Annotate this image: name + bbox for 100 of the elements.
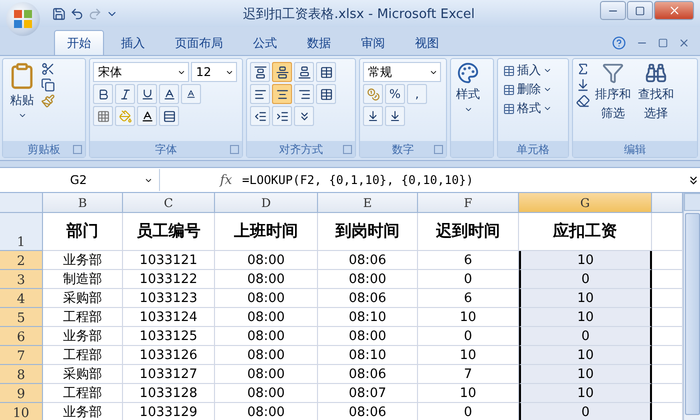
row-header[interactable]: 2 [0, 251, 43, 270]
align-button[interactable] [250, 84, 270, 104]
number-format-field[interactable]: 常规 [363, 62, 441, 82]
group-label: 数字 [360, 141, 446, 157]
vertical-scrollbar[interactable] [683, 193, 700, 420]
row-header[interactable]: 9 [0, 384, 43, 403]
table-cell: 0 [519, 403, 652, 420]
table-cell: 1033123 [123, 289, 215, 308]
table-cell: 业务部 [43, 327, 123, 346]
table-cell: 0 [519, 327, 652, 346]
align-button[interactable] [294, 84, 314, 104]
table-cell: 工程部 [43, 384, 123, 403]
maximize-button[interactable] [627, 1, 653, 20]
maximize-icon [635, 6, 645, 16]
underline-button[interactable] [137, 84, 157, 104]
font-size-icon [186, 89, 196, 99]
table-cell: 10 [418, 308, 519, 327]
undo-icon[interactable] [70, 6, 84, 20]
column-header[interactable]: B [43, 193, 123, 213]
sum-icon[interactable] [576, 62, 590, 76]
ribbon-tab[interactable]: 视图 [402, 30, 452, 55]
increase-decimal-button[interactable] [363, 106, 383, 126]
outdent-button[interactable] [250, 106, 270, 126]
row-header[interactable]: 10 [0, 403, 43, 420]
ribbon-tab[interactable]: 页面布局 [162, 30, 236, 55]
formula-field[interactable]: =LOOKUP(F2, {0,1,10}, {0,10,10}) [242, 173, 687, 187]
italic-button[interactable] [115, 84, 135, 104]
column-header[interactable]: F [418, 193, 519, 213]
ribbon-tab[interactable]: 数据 [294, 30, 344, 55]
eraser-icon[interactable] [576, 94, 590, 108]
header-cell: 部门 [43, 213, 123, 251]
help-icon[interactable] [612, 36, 626, 50]
table-cell: 工程部 [43, 346, 123, 365]
funnel-icon [602, 62, 624, 84]
table-cell: 08:06 [318, 251, 418, 270]
align-button[interactable] [272, 62, 292, 82]
office-button[interactable] [6, 2, 40, 36]
ribbon-tab[interactable]: 开始 [54, 30, 104, 55]
expand-icon[interactable] [687, 174, 700, 186]
row-header[interactable]: 1 [0, 213, 43, 251]
cut-icon[interactable] [41, 62, 55, 76]
bold-button[interactable] [93, 84, 113, 104]
orientation-button[interactable] [294, 106, 314, 126]
align-button[interactable] [250, 62, 270, 82]
phonetic-button[interactable] [159, 106, 179, 126]
close-button[interactable] [654, 1, 694, 20]
align-button[interactable] [294, 62, 314, 82]
wrap-text-button[interactable] [316, 62, 336, 82]
ribbon-tab[interactable]: 审阅 [348, 30, 398, 55]
table-cell: 08:00 [215, 346, 318, 365]
font-name-field[interactable]: 宋体 [93, 62, 189, 82]
column-header[interactable]: C [123, 193, 215, 213]
cells-button[interactable]: 删除 [501, 81, 554, 98]
table-icon [503, 64, 515, 76]
find-select-button[interactable]: 查找和 选择 [636, 62, 676, 138]
column-header[interactable]: D [215, 193, 318, 213]
shrink-font-button[interactable] [181, 84, 201, 104]
insert-function-button[interactable]: fx [220, 172, 232, 188]
font-size-field[interactable]: 12 [191, 62, 237, 82]
copy-icon[interactable] [41, 78, 55, 92]
restore-icon[interactable] [658, 38, 668, 48]
group-label: 对齐方式 [247, 141, 355, 157]
office-logo-icon [13, 8, 33, 28]
cells-button[interactable]: 插入 [501, 62, 554, 79]
row-header[interactable]: 5 [0, 308, 43, 327]
row-header[interactable]: 4 [0, 289, 43, 308]
italic-icon [118, 88, 132, 100]
grow-font-button[interactable] [159, 84, 179, 104]
group-label: 字体 [90, 141, 242, 157]
indent-button[interactable] [272, 106, 292, 126]
row-header[interactable]: 8 [0, 365, 43, 384]
align-button[interactable] [272, 84, 292, 104]
align-icon [298, 66, 310, 78]
binoculars-icon [645, 62, 667, 84]
cells-button[interactable]: 格式 [501, 100, 554, 117]
borders-button[interactable] [93, 106, 113, 126]
decrease-decimal-button[interactable] [385, 106, 405, 126]
ribbon-tab[interactable]: 插入 [108, 30, 158, 55]
save-icon[interactable] [52, 6, 66, 20]
row-header[interactable]: 6 [0, 327, 43, 346]
column-header[interactable]: E [318, 193, 418, 213]
fill-color-button[interactable] [115, 106, 135, 126]
font-color-button[interactable] [137, 106, 157, 126]
table-cell: 08:00 [215, 308, 318, 327]
merge-button[interactable] [316, 84, 336, 104]
table-cell: 08:00 [215, 365, 318, 384]
column-header[interactable]: G [519, 193, 652, 213]
sort-filter-button[interactable]: 排序和 筛选 [593, 62, 633, 138]
ribbon-tab[interactable]: 公式 [240, 30, 290, 55]
row-header[interactable]: 3 [0, 270, 43, 289]
paste-button[interactable]: 粘贴 [6, 62, 38, 138]
align-icon [254, 88, 266, 100]
table-cell: 08:00 [215, 251, 318, 270]
close-icon[interactable] [678, 37, 690, 49]
window-title: 迟到扣工资表格.xlsx - Microsoft Excel [242, 6, 476, 22]
percent-button[interactable]: % [385, 84, 405, 104]
header-cell: 员工编号 [123, 213, 215, 251]
outdent-icon [254, 110, 266, 122]
row-header[interactable]: 7 [0, 346, 43, 365]
comma-button[interactable]: , [407, 84, 427, 104]
